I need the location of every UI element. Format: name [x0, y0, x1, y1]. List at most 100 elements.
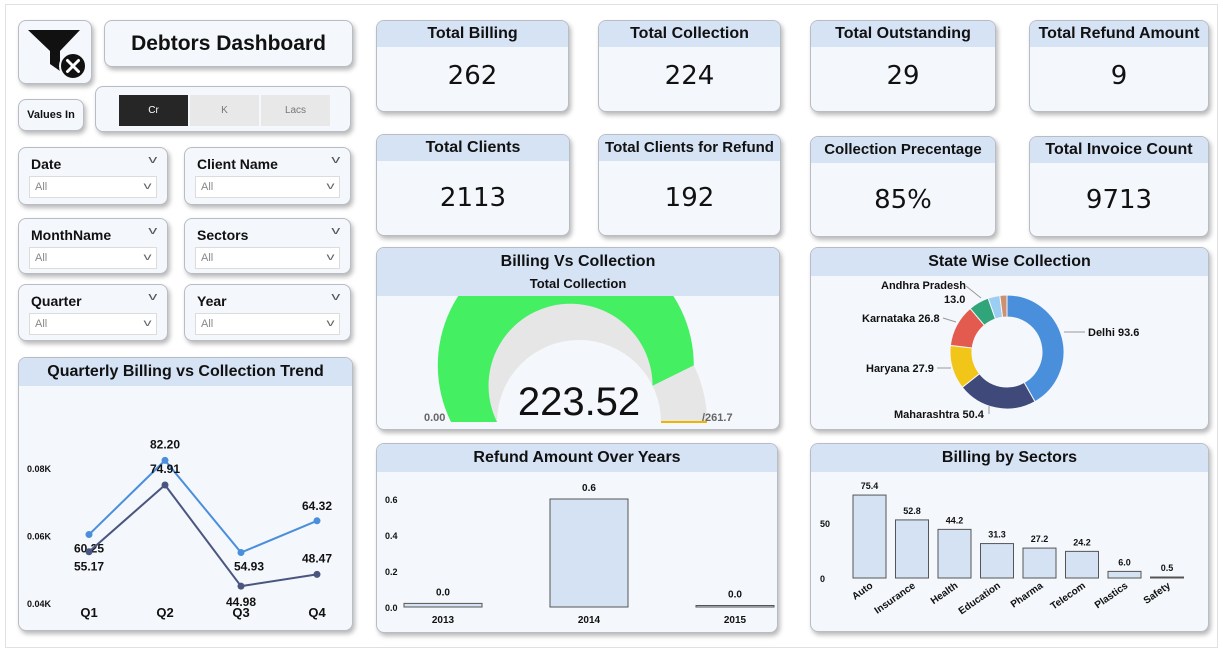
data-label: 27.2	[1031, 534, 1049, 544]
y-tick-label: 50	[820, 519, 830, 529]
data-label: 0.0	[436, 587, 450, 598]
data-label: 52.8	[903, 506, 921, 516]
data-label: 55.17	[74, 560, 104, 574]
filter-sectors[interactable]: Sectors v All v	[184, 218, 351, 274]
y-tick-label: 0.04K	[27, 599, 52, 609]
filter-quarter[interactable]: Quarter v All v	[18, 284, 168, 341]
filter-year[interactable]: Year v All v	[184, 284, 351, 341]
refund-bar	[695, 605, 775, 608]
chevron-down-icon[interactable]: v	[148, 291, 157, 303]
series-point	[85, 531, 93, 539]
kpi-value: 85%	[874, 185, 932, 215]
x-tick-label: Education	[957, 580, 1003, 617]
values-in-label: Values In	[27, 109, 75, 121]
kpi-total-outstanding: Total Outstanding 29	[810, 20, 996, 112]
kpi-total-invoice-count: Total Invoice Count 9713	[1029, 136, 1209, 237]
kpi-value: 224	[664, 61, 715, 91]
kpi-label: Total Invoice Count	[1030, 137, 1208, 163]
filter-dropdown[interactable]: All v	[195, 247, 340, 269]
kpi-total-collection: Total Collection 224	[598, 20, 781, 112]
data-label: 75.4	[861, 481, 879, 491]
gauge-max-label: /261.7	[702, 412, 733, 424]
slice-label-maharashtra: Maharashtra 50.4	[894, 409, 985, 421]
unit-option-k[interactable]: K	[190, 95, 259, 126]
sector-bar	[895, 519, 929, 579]
filter-label: Date	[31, 156, 62, 172]
y-tick-label: 0.08K	[27, 464, 52, 474]
gauge-plot: 223.52 0.00/261.7	[424, 296, 733, 424]
chevron-down-icon[interactable]: v	[148, 225, 157, 237]
sector-bar	[1150, 576, 1184, 579]
leader-line	[965, 285, 982, 299]
gauge-value: 223.52	[518, 380, 640, 424]
y-tick-label: 0.06K	[27, 531, 52, 541]
data-label: 82.20	[150, 437, 180, 451]
filter-label: Year	[197, 293, 227, 309]
filter-value: All	[35, 318, 48, 330]
filter-date[interactable]: Date v All v	[18, 147, 168, 205]
kpi-total-refund-amount: Total Refund Amount 9	[1029, 20, 1209, 112]
x-tick-label: Q2	[156, 605, 173, 620]
data-label: 24.2	[1073, 537, 1091, 547]
kpi-collection-percentage: Collection Precentage 85%	[810, 136, 996, 237]
filter-label: Quarter	[31, 293, 82, 309]
x-tick-label: 2014	[578, 615, 601, 626]
data-label: 44.2	[946, 515, 964, 525]
chevron-down-icon: v	[326, 252, 335, 263]
filter-month-name[interactable]: MonthName v All v	[18, 218, 168, 274]
kpi-label: Total Clients	[377, 135, 569, 161]
filter-label: MonthName	[31, 227, 112, 243]
values-in-label-box: Values In	[18, 99, 84, 131]
x-tick-label: Telecom	[1049, 580, 1088, 612]
y-tick-label: 0.6	[385, 495, 398, 505]
data-label: 64.32	[302, 499, 332, 513]
kpi-label: Total Collection	[599, 21, 780, 47]
x-tick-label: Auto	[850, 580, 875, 602]
kpi-total-billing: Total Billing 262	[376, 20, 569, 112]
refund-amount-chart: Refund Amount Over Years 0.0 0.2 0.4 0.6 0.0…	[376, 443, 778, 633]
series-point	[237, 549, 245, 557]
refund-bar	[549, 498, 629, 608]
data-label: 6.0	[1118, 557, 1131, 567]
slice-label-andhra-pradesh-value: 13.0	[944, 294, 965, 306]
kpi-value: 9	[1110, 61, 1128, 91]
filter-dropdown[interactable]: All v	[195, 313, 340, 335]
unit-option-cr[interactable]: Cr	[119, 95, 188, 126]
kpi-label: Total Clients for Refund	[599, 135, 780, 161]
chart-title: Billing by Sectors	[811, 444, 1208, 472]
chevron-down-icon[interactable]: v	[331, 154, 340, 166]
clear-filters-button[interactable]	[18, 20, 92, 84]
kpi-value: 29	[886, 61, 920, 91]
chevron-down-icon: v	[143, 318, 152, 329]
filter-value: All	[35, 252, 48, 264]
filter-client-name[interactable]: Client Name v All v	[184, 147, 351, 205]
x-tick-label: Pharma	[1009, 580, 1046, 610]
sector-bar	[1022, 547, 1057, 579]
slice-label-karnataka: Karnataka 26.8	[862, 313, 940, 325]
y-tick-label: 0.4	[385, 531, 398, 541]
kpi-value: 192	[664, 183, 715, 213]
sector-bar	[1107, 570, 1142, 579]
kpi-label: Total Outstanding	[811, 21, 995, 47]
x-tick-label: Plastics	[1093, 580, 1131, 611]
kpi-label: Total Refund Amount	[1030, 21, 1208, 47]
series-point	[85, 548, 93, 556]
filter-dropdown[interactable]: All v	[29, 176, 157, 198]
y-tick-label: 0.2	[385, 567, 398, 577]
chevron-down-icon[interactable]: v	[331, 225, 340, 237]
filter-label: Sectors	[197, 227, 249, 243]
donut-chart-plot: Delhi 93.6 Maharashtra 50.4 Haryana 27.9 Ka…	[862, 280, 1139, 421]
state-wise-collection-chart: State Wise Collection Delhi 93.6 Maharash…	[810, 247, 1209, 430]
sector-bar	[937, 528, 972, 579]
sector-bar	[1065, 550, 1099, 579]
gauge-subtitle: Total Collection	[529, 276, 627, 291]
chevron-down-icon[interactable]: v	[148, 154, 157, 166]
filter-dropdown[interactable]: All v	[29, 247, 157, 269]
filter-dropdown[interactable]: All v	[195, 176, 340, 198]
unit-option-lacs[interactable]: Lacs	[261, 95, 330, 126]
chevron-down-icon[interactable]: v	[331, 291, 340, 303]
x-tick-label: Safety	[1142, 580, 1173, 606]
filter-dropdown[interactable]: All v	[29, 313, 157, 335]
filter-value: All	[201, 181, 214, 193]
data-label: 31.3	[988, 530, 1006, 540]
